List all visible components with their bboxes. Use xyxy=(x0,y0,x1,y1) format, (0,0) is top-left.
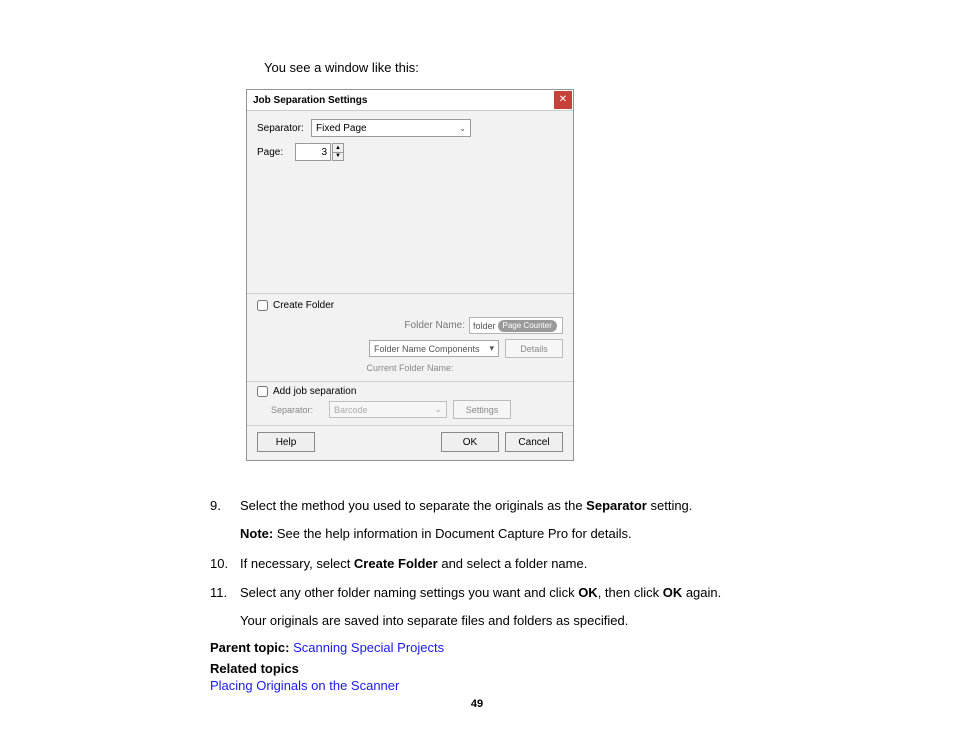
step-text: If necessary, select xyxy=(240,556,354,571)
ok-button[interactable]: OK xyxy=(441,432,499,452)
chevron-down-icon: ⌄ xyxy=(434,404,442,415)
related-topic-link[interactable]: Placing Originals on the Scanner xyxy=(210,678,399,693)
step-number: 10. xyxy=(210,555,240,574)
step-bold: Create Folder xyxy=(354,556,438,571)
result-text: Your originals are saved into separate f… xyxy=(240,613,874,628)
step-text: Select any other folder naming settings … xyxy=(240,585,578,600)
page-number: 49 xyxy=(0,698,954,710)
related-topics-label: Related topics xyxy=(210,661,299,676)
current-folder-name-label: Current Folder Name: xyxy=(366,363,453,373)
js-separator-label: Separator: xyxy=(271,405,323,415)
js-separator-value: Barcode xyxy=(334,405,368,415)
folder-name-text: folder xyxy=(473,321,496,331)
folder-tag: Page Counter xyxy=(498,320,557,332)
step-11: 11. Select any other folder naming setti… xyxy=(210,584,874,603)
job-separation-dialog: Job Separation Settings ✕ Separator: Fix… xyxy=(246,89,574,461)
parent-topic: Parent topic: Scanning Special Projects xyxy=(210,640,874,655)
note: Note: See the help information in Docume… xyxy=(240,526,874,541)
folder-name-components-dropdown[interactable]: Folder Name Components ▾ xyxy=(369,340,499,357)
chevron-down-icon: ▾ xyxy=(489,343,494,354)
folder-name-label: Folder Name: xyxy=(404,320,465,331)
step-text: , then click xyxy=(598,585,663,600)
spinner-up-icon[interactable]: ▲ xyxy=(332,143,344,153)
intro-text: You see a window like this: xyxy=(264,60,874,75)
folder-area: Folder Name: folder Page Counter Folder … xyxy=(247,315,573,381)
parent-topic-label: Parent topic: xyxy=(210,640,293,655)
fnc-label: Folder Name Components xyxy=(374,344,480,354)
step-number: 11. xyxy=(210,584,240,603)
step-10: 10. If necessary, select Create Folder a… xyxy=(210,555,874,574)
spinner-down-icon[interactable]: ▼ xyxy=(332,153,344,162)
add-job-separation-label: Add job separation xyxy=(273,386,356,397)
step-text: and select a folder name. xyxy=(438,556,588,571)
separator-label: Separator: xyxy=(257,123,311,134)
separator-section: Separator: Fixed Page ⌄ Page: 3 ▲ ▼ xyxy=(247,111,573,293)
folder-name-input[interactable]: folder Page Counter xyxy=(469,317,563,334)
step-number: 9. xyxy=(210,497,240,516)
cancel-button[interactable]: Cancel xyxy=(505,432,563,452)
dialog-title: Job Separation Settings xyxy=(253,95,367,106)
details-button[interactable]: Details xyxy=(505,339,563,358)
page-label: Page: xyxy=(257,147,295,158)
separator-dropdown[interactable]: Fixed Page ⌄ xyxy=(311,119,471,137)
step-9: 9. Select the method you used to separat… xyxy=(210,497,874,516)
js-settings-button[interactable]: Settings xyxy=(453,400,511,419)
step-text: again. xyxy=(682,585,721,600)
note-label: Note: xyxy=(240,526,273,541)
step-text: Select the method you used to separate t… xyxy=(240,498,586,513)
page-spinner[interactable]: ▲ ▼ xyxy=(332,143,344,161)
page-input[interactable]: 3 xyxy=(295,143,331,161)
help-button[interactable]: Help xyxy=(257,432,315,452)
note-text: See the help information in Document Cap… xyxy=(273,526,631,541)
step-bold: Separator xyxy=(586,498,647,513)
step-bold: OK xyxy=(663,585,683,600)
related-topics: Related topics xyxy=(210,661,874,676)
separator-value: Fixed Page xyxy=(316,123,367,134)
create-folder-checkbox[interactable] xyxy=(257,300,268,311)
chevron-down-icon: ⌄ xyxy=(459,124,466,133)
add-job-separation-area: Add job separation Separator: Barcode ⌄ … xyxy=(247,382,573,425)
dialog-titlebar: Job Separation Settings ✕ xyxy=(247,90,573,111)
step-bold: OK xyxy=(578,585,598,600)
close-button[interactable]: ✕ xyxy=(554,91,572,109)
step-text: setting. xyxy=(647,498,693,513)
close-icon: ✕ xyxy=(559,95,567,105)
js-separator-dropdown[interactable]: Barcode ⌄ xyxy=(329,401,447,418)
add-job-separation-checkbox[interactable] xyxy=(257,386,268,397)
parent-topic-link[interactable]: Scanning Special Projects xyxy=(293,640,444,655)
create-folder-label: Create Folder xyxy=(273,300,334,311)
instruction-list: 9. Select the method you used to separat… xyxy=(210,497,874,693)
create-folder-row: Create Folder xyxy=(247,294,573,315)
dialog-footer: Help OK Cancel xyxy=(247,426,573,460)
